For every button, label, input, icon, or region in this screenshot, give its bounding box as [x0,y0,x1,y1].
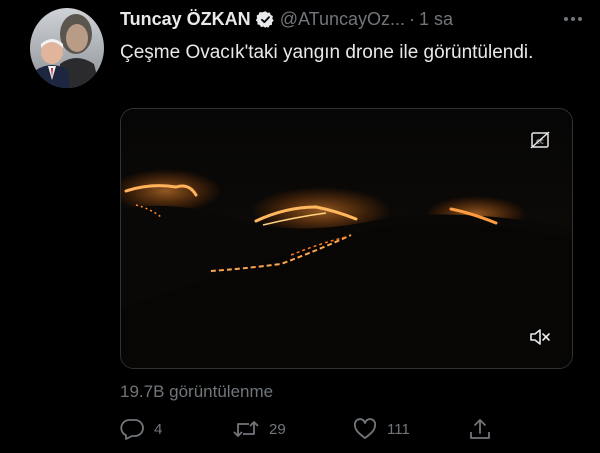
retweet-button[interactable]: 29 [233,414,286,444]
tweet-header: Tuncay ÖZKAN @ATuncayOz... · 1 sa [120,6,453,32]
retweet-icon [233,418,259,440]
tweet-actions: 4 29 111 [120,414,520,444]
avatar[interactable] [30,8,104,88]
more-options-icon[interactable] [560,6,586,32]
display-name[interactable]: Tuncay ÖZKAN [120,9,251,30]
avatar-image [30,8,104,88]
volume-muted-icon[interactable] [528,326,552,348]
share-button[interactable] [468,414,492,444]
verified-badge-icon [255,10,275,29]
reply-count: 4 [154,420,163,438]
tweet[interactable]: Tuncay ÖZKAN @ATuncayOz... · 1 sa Çeşme … [0,0,600,453]
tweet-text: Çeşme Ovacık'taki yangın drone ile görün… [120,42,534,63]
view-count: 19.7B görüntülenme [120,382,274,401]
closed-captions-icon[interactable]: cc [530,131,550,149]
like-count: 111 [387,420,410,438]
retweet-count: 29 [269,420,286,438]
reply-button[interactable]: 4 [120,414,162,444]
user-handle[interactable]: @ATuncayOz... [280,9,405,30]
separator-dot: · [409,8,415,29]
video-player[interactable]: cc [120,108,573,369]
tweet-time[interactable]: 1 sa [419,9,453,30]
like-heart-icon [353,418,377,440]
video-frame [121,109,572,368]
like-button[interactable]: 111 [353,414,410,444]
share-icon [468,417,492,441]
reply-icon [120,418,144,440]
